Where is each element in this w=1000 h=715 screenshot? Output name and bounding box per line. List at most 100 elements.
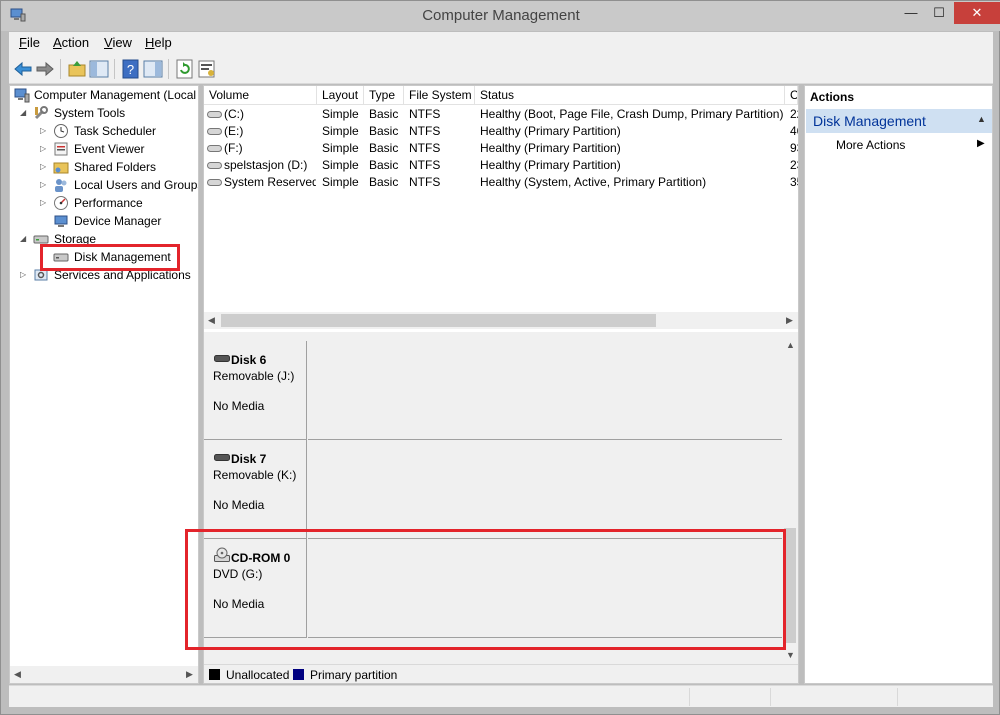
cd-rom-icon <box>214 547 230 562</box>
volume-name: (C:) <box>224 107 244 121</box>
volume-capacity: 46 <box>790 124 798 138</box>
disk-info[interactable]: CD-ROM 0 DVD (G:) No Media <box>204 539 307 638</box>
column-header-volume[interactable]: Volume <box>204 86 317 105</box>
menu-file-label: ile <box>26 35 40 50</box>
column-header-capacity[interactable]: C <box>785 86 798 105</box>
maximize-button[interactable]: ☐ <box>925 2 953 24</box>
volume-layout: Simple <box>322 141 359 155</box>
volume-type: Basic <box>369 107 399 121</box>
refresh-icon[interactable] <box>174 58 196 80</box>
tree-label: Storage <box>54 232 97 246</box>
menu-action-label: ction <box>61 35 90 50</box>
expanded-arrow-icon[interactable]: ◢ <box>20 104 30 122</box>
scrollbar-thumb[interactable] <box>784 528 796 643</box>
actions-section-disk-management[interactable]: Disk Management ▲ <box>806 109 992 133</box>
menu-view-label: iew <box>112 35 132 50</box>
scroll-up-arrow-icon[interactable]: ▲ <box>786 340 795 350</box>
disk-type: Removable (J:) <box>213 369 295 383</box>
title-bar[interactable]: Computer Management — ☐ ✕ <box>1 1 1000 31</box>
disk-name: Disk 7 <box>231 452 267 466</box>
svg-text:?: ? <box>127 62 134 77</box>
tools-icon <box>34 106 48 120</box>
disk-partition-map[interactable] <box>308 440 782 539</box>
disk-block-disk-7[interactable]: Disk 7 Removable (K:) No Media <box>204 440 782 539</box>
collapsed-arrow-icon[interactable]: ▷ <box>40 176 50 194</box>
table-row[interactable]: System Reserved Simple Basic NTFS Health… <box>204 174 798 191</box>
volume-layout: Simple <box>322 124 359 138</box>
expanded-arrow-icon[interactable]: ◢ <box>20 230 30 248</box>
collapsed-arrow-icon[interactable]: ▷ <box>40 140 50 158</box>
volume-status: Healthy (Primary Partition) <box>480 158 621 172</box>
column-header-type[interactable]: Type <box>364 86 404 105</box>
disk-info[interactable]: Disk 7 Removable (K:) No Media <box>204 440 307 539</box>
scroll-right-arrow-icon[interactable]: ▶ <box>186 669 193 680</box>
properties-icon[interactable] <box>196 58 218 80</box>
disk-management-icon <box>53 253 69 262</box>
more-actions-item[interactable]: More Actions <box>836 138 905 152</box>
disk-view-vertical-scrollbar[interactable]: ▲ ▼ <box>782 338 798 664</box>
event-viewer-icon <box>54 142 68 156</box>
column-header-status[interactable]: Status <box>475 86 785 105</box>
table-row[interactable]: (E:) Simple Basic NTFS Healthy (Primary … <box>204 123 798 140</box>
toolbar-separator <box>60 59 61 79</box>
disk-name: Disk 6 <box>231 353 267 367</box>
performance-icon <box>54 196 68 210</box>
volume-capacity: 93 <box>790 141 798 155</box>
minimize-button[interactable]: — <box>897 2 925 24</box>
collapse-arrow-icon[interactable]: ▲ <box>977 114 986 124</box>
volume-status: Healthy (Boot, Page File, Crash Dump, Pr… <box>480 107 784 121</box>
submenu-arrow-icon[interactable]: ▶ <box>977 138 985 149</box>
disk-block-cd-rom-0[interactable]: CD-ROM 0 DVD (G:) No Media <box>204 539 782 638</box>
tree-horizontal-scrollbar[interactable]: ◀ ▶ <box>10 666 198 683</box>
shared-folder-icon <box>53 162 69 174</box>
disk-block-disk-6[interactable]: Disk 6 Removable (J:) No Media <box>204 341 782 440</box>
scroll-left-arrow-icon[interactable]: ◀ <box>14 669 21 680</box>
volume-list-horizontal-scrollbar[interactable]: ◀ ▶ <box>204 312 798 329</box>
forward-arrow-icon[interactable] <box>34 58 56 80</box>
volume-file-system: NTFS <box>409 124 441 138</box>
status-segment <box>770 688 771 706</box>
table-row[interactable]: (F:) Simple Basic NTFS Healthy (Primary … <box>204 140 798 157</box>
column-header-file-system[interactable]: File System <box>404 86 475 105</box>
table-row[interactable]: spelstasjon (D:) Simple Basic NTFS Healt… <box>204 157 798 174</box>
volume-status: Healthy (System, Active, Primary Partiti… <box>480 175 707 189</box>
scroll-right-arrow-icon[interactable]: ▶ <box>786 315 793 326</box>
collapsed-arrow-icon[interactable]: ▷ <box>40 122 50 140</box>
volume-drive-icon <box>207 162 222 169</box>
disk-partition-map[interactable] <box>308 341 782 440</box>
column-header-layout[interactable]: Layout <box>317 86 364 105</box>
tree-label: Event Viewer <box>74 142 145 156</box>
volume-type: Basic <box>369 158 399 172</box>
collapsed-arrow-icon[interactable]: ▷ <box>40 158 50 176</box>
computer-management-window: Computer Management — ☐ ✕ File Action Vi… <box>0 0 1000 715</box>
actions-title: Actions <box>810 90 855 104</box>
menu-help[interactable]: Help <box>145 35 172 50</box>
menu-file[interactable]: File <box>19 35 40 50</box>
volume-file-system: NTFS <box>409 175 441 189</box>
disk-info[interactable]: Disk 6 Removable (J:) No Media <box>204 341 307 440</box>
disk-graphical-view: Disk 6 Removable (J:) No Media Disk 7 Re… <box>204 338 798 664</box>
volume-type: Basic <box>369 124 399 138</box>
up-folder-icon[interactable] <box>66 58 88 80</box>
collapsed-arrow-icon[interactable]: ▷ <box>40 194 50 212</box>
menu-action[interactable]: Action <box>53 35 89 50</box>
back-arrow-icon[interactable] <box>12 58 34 80</box>
scroll-left-arrow-icon[interactable]: ◀ <box>208 315 215 326</box>
collapsed-arrow-icon[interactable]: ▷ <box>20 266 30 284</box>
table-row[interactable]: (C:) Simple Basic NTFS Healthy (Boot, Pa… <box>204 106 798 123</box>
volume-name: spelstasjon (D:) <box>224 158 308 172</box>
menu-view[interactable]: View <box>104 35 132 50</box>
tree-label: Disk Management <box>74 250 171 264</box>
close-button[interactable]: ✕ <box>954 2 1000 24</box>
partition-legend: Unallocated Primary partition <box>204 664 798 683</box>
show-hide-tree-icon[interactable] <box>88 58 110 80</box>
scrollbar-thumb[interactable] <box>221 314 656 327</box>
help-icon[interactable]: ? <box>120 58 142 80</box>
disk-management-pane: Volume Layout Type File System Status C … <box>203 85 799 684</box>
status-bar <box>9 685 993 707</box>
disk-partition-map[interactable] <box>308 539 782 638</box>
show-hide-action-pane-icon[interactable] <box>142 58 164 80</box>
volume-drive-icon <box>207 128 222 135</box>
scroll-down-arrow-icon[interactable]: ▼ <box>786 650 795 660</box>
volume-status: Healthy (Primary Partition) <box>480 124 621 138</box>
